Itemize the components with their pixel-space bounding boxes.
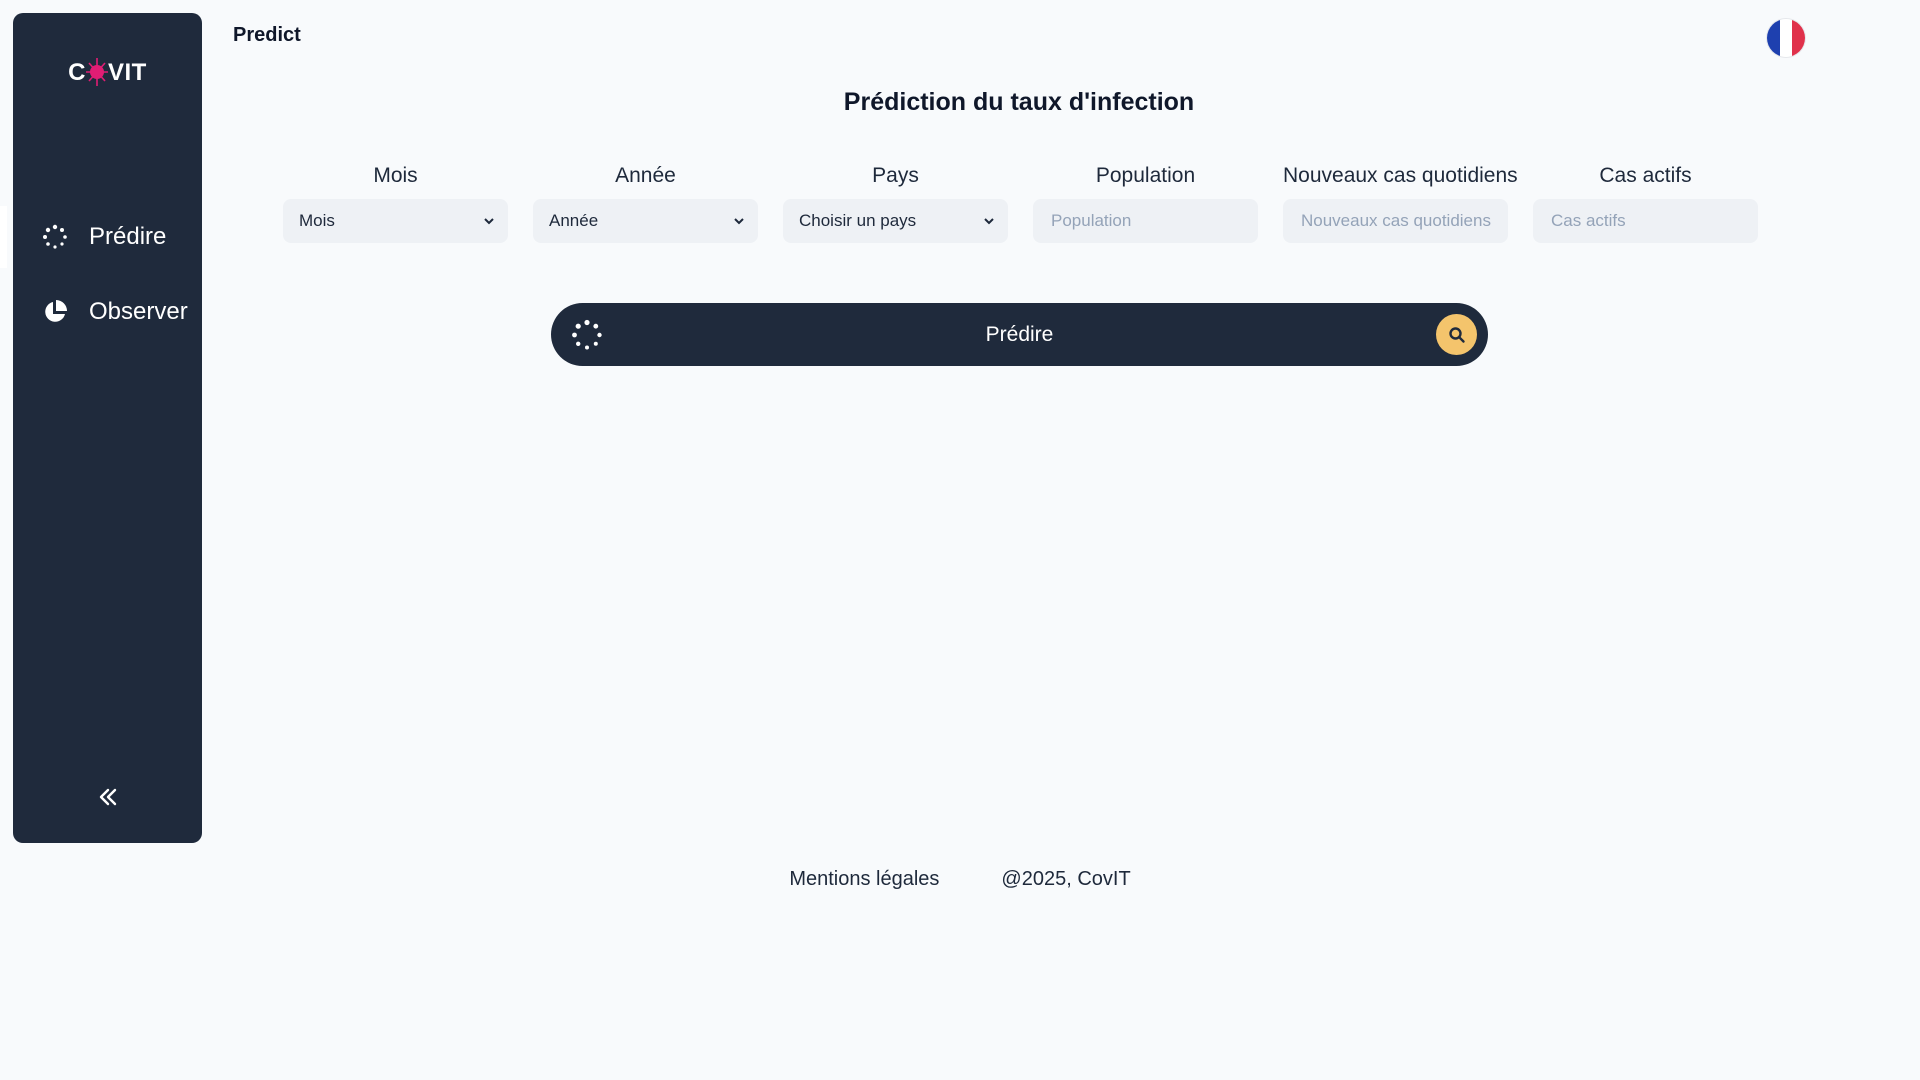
chevrons-left-icon bbox=[97, 786, 119, 813]
sidebar-item-label: Prédire bbox=[89, 223, 167, 250]
country-label: Pays bbox=[872, 164, 919, 187]
country-field: Pays Choisir un pays bbox=[783, 164, 1008, 243]
new-cases-placeholder: Nouveaux cas quotidiens bbox=[1301, 211, 1491, 230]
page-header-title: Predict bbox=[233, 24, 301, 46]
year-field: Année Année bbox=[533, 164, 758, 243]
pie-chart-icon bbox=[40, 297, 70, 327]
active-cases-placeholder: Cas actifs bbox=[1551, 211, 1626, 230]
new-cases-field: Nouveaux cas quotidiens Nouveaux cas quo… bbox=[1283, 164, 1518, 243]
population-label: Population bbox=[1095, 164, 1196, 187]
active-cases-label: Cas actifs bbox=[1599, 164, 1692, 187]
sidebar-item-predire[interactable]: Prédire bbox=[0, 206, 202, 268]
population-input[interactable]: Population bbox=[1033, 199, 1258, 243]
month-label: Mois bbox=[373, 164, 418, 187]
app-logo[interactable]: C VIT bbox=[13, 58, 202, 87]
new-cases-input[interactable]: Nouveaux cas quotidiens bbox=[1283, 199, 1508, 243]
new-cases-label: Nouveaux cas quotidiens bbox=[1283, 164, 1518, 187]
copyright-text: @2025, CovIT bbox=[1001, 868, 1131, 890]
year-label: Année bbox=[615, 164, 676, 187]
footer: Mentions légales @2025, CovIT bbox=[0, 868, 1920, 891]
month-select-value: Mois bbox=[299, 211, 335, 230]
country-select[interactable]: Choisir un pays bbox=[783, 199, 1008, 243]
prediction-form: Mois Mois Année Année Pays Choisir un pa… bbox=[283, 164, 1758, 243]
year-select[interactable]: Année bbox=[533, 199, 758, 243]
sidebar-item-observer[interactable]: Observer bbox=[13, 281, 202, 343]
chevron-down-icon bbox=[734, 218, 744, 225]
country-select-value: Choisir un pays bbox=[799, 211, 917, 230]
predict-button[interactable]: Prédire bbox=[551, 303, 1488, 366]
page-title: Prédiction du taux d'infection bbox=[843, 88, 1195, 116]
year-select-value: Année bbox=[549, 211, 599, 230]
chevron-down-icon bbox=[484, 218, 494, 225]
population-placeholder: Population bbox=[1051, 211, 1132, 230]
legal-notice-link[interactable]: Mentions légales bbox=[789, 868, 939, 891]
predict-button-label: Prédire bbox=[985, 323, 1054, 346]
sidebar-item-label: Observer bbox=[89, 298, 188, 325]
month-field: Mois Mois bbox=[283, 164, 508, 243]
france-flag-icon[interactable] bbox=[1767, 19, 1805, 57]
virus-logo-icon bbox=[86, 58, 108, 86]
sidebar: C VIT Prédire Observer bbox=[0, 13, 202, 843]
search-icon bbox=[1436, 314, 1477, 355]
population-field: Population Population bbox=[1033, 164, 1258, 243]
month-select[interactable]: Mois bbox=[283, 199, 508, 243]
collapse-sidebar-button[interactable] bbox=[13, 786, 202, 813]
active-cases-field: Cas actifs Cas actifs bbox=[1533, 164, 1758, 243]
active-cases-input[interactable]: Cas actifs bbox=[1533, 199, 1758, 243]
loader-dots-icon bbox=[40, 222, 70, 252]
chevron-down-icon bbox=[984, 218, 994, 225]
